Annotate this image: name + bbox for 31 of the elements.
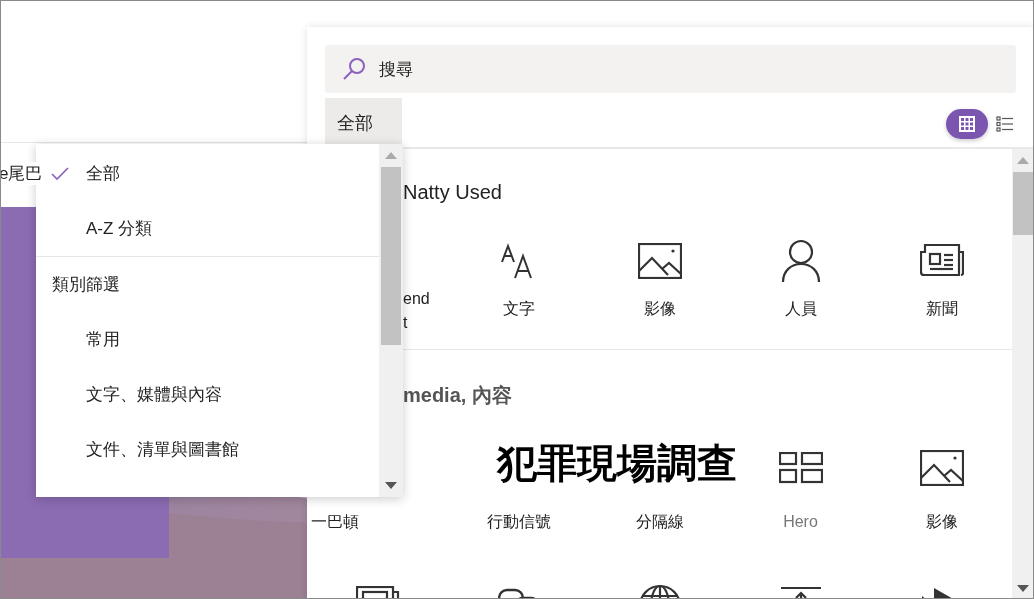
scrollbar[interactable] — [1012, 149, 1033, 598]
web-part-label[interactable]: 文字 — [502, 297, 535, 321]
grid-icon — [958, 115, 976, 133]
section-title: media, 內容 — [403, 384, 512, 406]
menu-item[interactable]: 常用 — [36, 312, 379, 367]
web-part-label[interactable]: 一巴頓 — [311, 510, 359, 534]
hero-layout-icon — [778, 452, 823, 484]
section-title: Natty Used — [403, 181, 502, 203]
web-part-label[interactable]: 影像 — [925, 510, 958, 534]
menu-item[interactable]: 文字、媒體與內容 — [36, 367, 379, 422]
search-icon — [341, 56, 367, 82]
image-icon — [637, 243, 682, 279]
list-icon — [996, 116, 1014, 132]
menu-header: 類別篩選 — [52, 274, 120, 296]
web-part-label[interactable]: 人員 — [784, 297, 817, 321]
search-field[interactable]: 搜尋 — [325, 45, 1016, 93]
web-part-label[interactable]: end t — [403, 287, 430, 335]
person-icon — [780, 239, 821, 283]
web-part-label[interactable]: 行動信號 — [486, 510, 551, 534]
grid-view-button[interactable] — [946, 109, 988, 139]
web-part-label[interactable]: 新聞 — [925, 297, 958, 321]
web-part-label[interactable]: 影像 — [643, 297, 676, 321]
menu-item[interactable]: 文件、清單與圖書館 — [36, 422, 379, 477]
image-icon — [919, 450, 964, 486]
web-part-label[interactable]: 分隔線 — [635, 510, 684, 534]
newspaper-icon — [919, 244, 964, 278]
overlay-text: 犯罪現場調查 — [497, 440, 737, 487]
scrollbar[interactable] — [379, 144, 403, 497]
filter-tab[interactable]: 全部 — [325, 98, 402, 147]
web-part-label[interactable]: Hero — [783, 510, 818, 534]
menu-item[interactable]: A-Z 分類 — [36, 201, 379, 256]
